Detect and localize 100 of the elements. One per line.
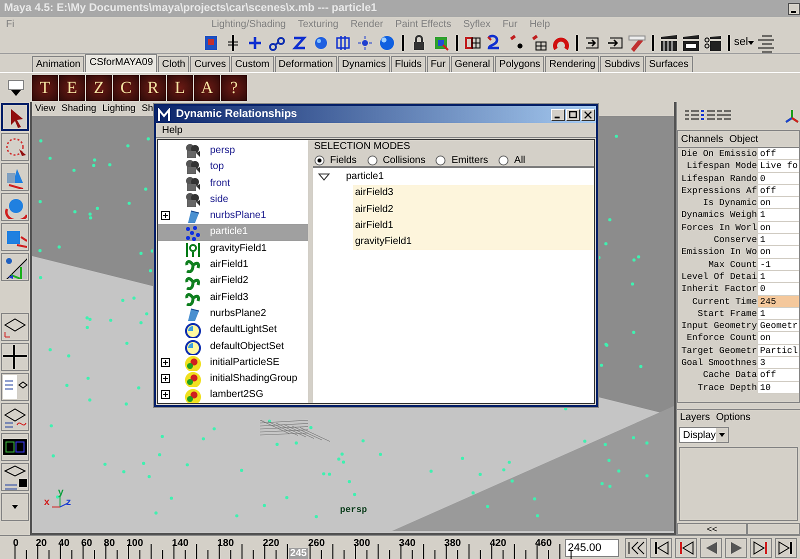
attribute-value[interactable]: on [758, 246, 799, 259]
shelf-button[interactable]: A [194, 74, 220, 100]
dialog-menu-item[interactable]: Help [162, 123, 183, 137]
attribute-value[interactable]: Live fo [758, 160, 799, 173]
shelf-tab[interactable]: Deformation [274, 56, 337, 72]
attribute-value[interactable]: on [758, 332, 799, 345]
attribute-value[interactable]: 10 [758, 382, 799, 394]
tool-button[interactable] [1, 253, 29, 281]
close-button[interactable] [581, 108, 595, 120]
shelf-button[interactable]: E [59, 74, 85, 100]
shelf-tab[interactable]: CSforMAYA09 [85, 54, 158, 72]
connected-field-item[interactable]: airField1 [353, 218, 594, 234]
channel-box-icon[interactable] [685, 110, 699, 122]
panel-menu-item[interactable]: Sh [138, 102, 156, 116]
layout-button[interactable] [1, 313, 29, 341]
attribute-value[interactable]: 3 [758, 357, 799, 370]
ipr-clapper-icon[interactable] [680, 32, 702, 52]
shelf-tab[interactable]: General [450, 56, 494, 72]
outliner-item[interactable]: airField3 [158, 290, 308, 306]
clapper-icon[interactable] [658, 32, 680, 52]
attribute-value[interactable]: Particl [758, 344, 799, 358]
shelf-tab[interactable]: Dynamics [338, 56, 390, 72]
shelf-tab[interactable]: Polygons [495, 56, 544, 72]
shelf-tab[interactable]: Curves [190, 56, 230, 72]
layer-editor-icon[interactable] [717, 110, 731, 122]
attribute-value[interactable]: 1 [758, 270, 799, 284]
current-frame-field[interactable]: 245.00 [564, 538, 619, 556]
axis-icon[interactable] [784, 108, 800, 124]
collapse-arrow-icon[interactable] [318, 173, 330, 182]
radio-option[interactable]: All [498, 152, 526, 168]
shelf-button[interactable]: T [32, 74, 58, 100]
shelf-tab[interactable]: Subdivs [600, 56, 644, 72]
attribute-value[interactable]: off [758, 369, 799, 382]
minimize-button[interactable] [788, 2, 800, 14]
expand-icon[interactable] [161, 390, 170, 400]
attribute-value[interactable]: 0 [758, 283, 799, 296]
shelf-menu-arrow-icon[interactable] [11, 90, 21, 96]
tree-item[interactable]: particle1 [346, 169, 384, 186]
shelf-button[interactable]: C [113, 74, 139, 100]
radio-option[interactable]: Fields [314, 152, 357, 168]
scroll-left-button[interactable]: << [677, 523, 747, 535]
layers-menu-item[interactable]: Layers [680, 410, 710, 425]
channel-menu-item[interactable]: Channels [681, 131, 724, 147]
layout-button[interactable] [1, 373, 29, 401]
shelf-tab[interactable]: Rendering [545, 56, 600, 72]
shelf-tab[interactable]: Animation [32, 56, 84, 72]
layout-button[interactable] [1, 433, 29, 461]
shelf-tab[interactable]: Fluids [390, 56, 426, 72]
maximize-button[interactable] [566, 108, 580, 120]
outliner-item[interactable]: initialParticleSE [158, 354, 308, 372]
panel-menu-item[interactable]: Shading [58, 102, 100, 116]
panel-menu-item[interactable]: View [32, 102, 58, 116]
radio-option[interactable]: Collisions [366, 152, 426, 168]
expand-icon[interactable] [161, 374, 170, 384]
attribute-value[interactable]: off [758, 148, 799, 160]
layout-button[interactable] [1, 403, 29, 431]
outliner-item[interactable]: airField1 [158, 257, 308, 274]
attribute-value[interactable]: 245 [758, 296, 799, 308]
shelf-tab[interactable]: Cloth [158, 56, 190, 72]
playback-button[interactable] [650, 538, 672, 558]
layers-menu-item[interactable]: Options [716, 410, 750, 425]
shelf-tab[interactable]: Fur [426, 56, 450, 72]
outliner-item[interactable]: initialShadingGroup [158, 371, 308, 388]
shelf-button[interactable]: ? [221, 74, 247, 100]
shelf-tab[interactable]: Custom [231, 56, 274, 72]
shelf-button[interactable]: L [167, 74, 193, 100]
playback-button[interactable] [675, 538, 697, 558]
attribute-value[interactable]: on [758, 222, 799, 234]
attribute-value[interactable]: Geometr [758, 320, 799, 332]
attribute-value[interactable]: off [758, 184, 799, 198]
attribute-list-icon[interactable] [701, 110, 715, 122]
outliner-item[interactable]: nurbsPlane2 [158, 306, 308, 322]
tool-button[interactable] [1, 103, 29, 131]
layout-button[interactable] [1, 463, 29, 491]
outliner-item[interactable]: gravityField1 [158, 240, 308, 258]
outliner-item[interactable]: defaultLightSet [158, 322, 308, 339]
attribute-value[interactable]: 1 [758, 308, 799, 320]
expand-icon[interactable] [161, 358, 170, 367]
connected-field-item[interactable]: gravityField1 [353, 234, 594, 250]
radio-option[interactable]: Emitters [435, 152, 488, 168]
playback-button[interactable] [775, 538, 797, 558]
display-dropdown[interactable]: Display [679, 427, 729, 443]
attribute-value[interactable]: -1 [758, 258, 799, 271]
channel-menu-item[interactable]: Object [729, 131, 758, 147]
attribute-value[interactable]: 1 [758, 234, 799, 246]
attribute-value[interactable]: on [758, 197, 799, 210]
playback-button[interactable] [750, 538, 772, 558]
playback-button[interactable] [625, 538, 647, 558]
panel-menu-item[interactable]: Lighting [99, 102, 139, 116]
shelf-button[interactable]: R [140, 74, 166, 100]
attribute-value[interactable]: 0 [758, 172, 799, 185]
connected-field-item[interactable]: airField3 [353, 185, 594, 202]
attribute-value[interactable]: 1 [758, 209, 799, 222]
outliner-item[interactable]: lambert2SG [158, 387, 308, 403]
outliner-item[interactable]: defaultObjectSet [158, 338, 308, 355]
shelf-button[interactable]: Z [86, 74, 112, 100]
connected-field-item[interactable]: airField2 [353, 202, 594, 218]
layout-button[interactable] [1, 343, 29, 371]
outliner-item[interactable]: airField2 [158, 273, 308, 290]
selection-mask-dropdown[interactable]: sel [734, 34, 748, 51]
